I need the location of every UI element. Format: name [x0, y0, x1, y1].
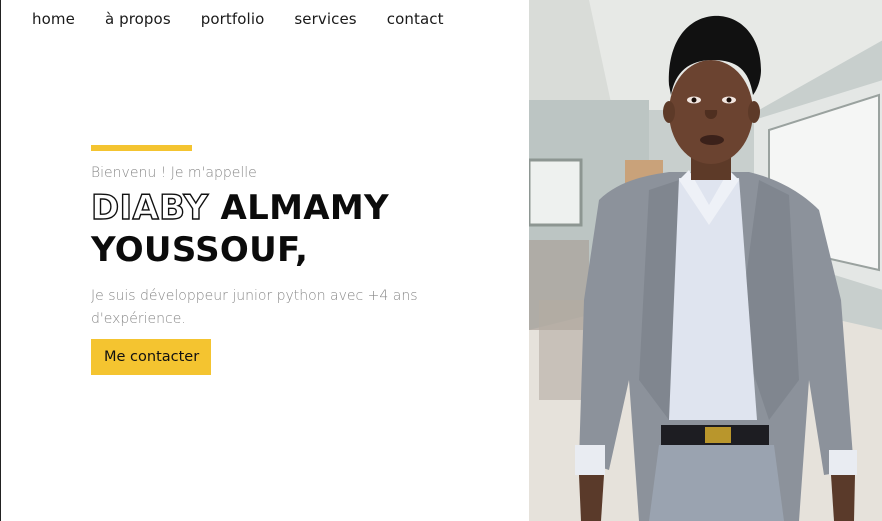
page: home à propos portfolio services contact… [0, 0, 882, 521]
name-first-line-rest: ALMAMY [220, 188, 389, 228]
profile-photo-illustration [529, 0, 882, 521]
contact-button[interactable]: Me contacter [91, 339, 212, 375]
hero-section: Bienvenu ! Je m'appelle DIABY ALMAMY YOU… [90, 145, 511, 375]
hero-name: DIABY ALMAMY YOUSSOUF, [90, 187, 511, 271]
nav-item-home[interactable]: home [32, 10, 75, 28]
nav-item-contact[interactable]: contact [387, 10, 444, 28]
top-nav: home à propos portfolio services contact [32, 10, 444, 28]
nav-item-about[interactable]: à propos [105, 10, 171, 28]
nav-item-portfolio[interactable]: portfolio [201, 10, 265, 28]
hero-description: Je suis développeur junior python avec +… [91, 288, 418, 327]
name-second-line: YOUSSOUF, [91, 230, 309, 270]
greeting-text: Bienvenu ! Je m'appelle [91, 165, 257, 181]
nav-item-services[interactable]: services [294, 10, 356, 28]
name-outline-part: DIABY [90, 187, 209, 228]
profile-photo [529, 0, 882, 521]
accent-bar [91, 145, 192, 151]
